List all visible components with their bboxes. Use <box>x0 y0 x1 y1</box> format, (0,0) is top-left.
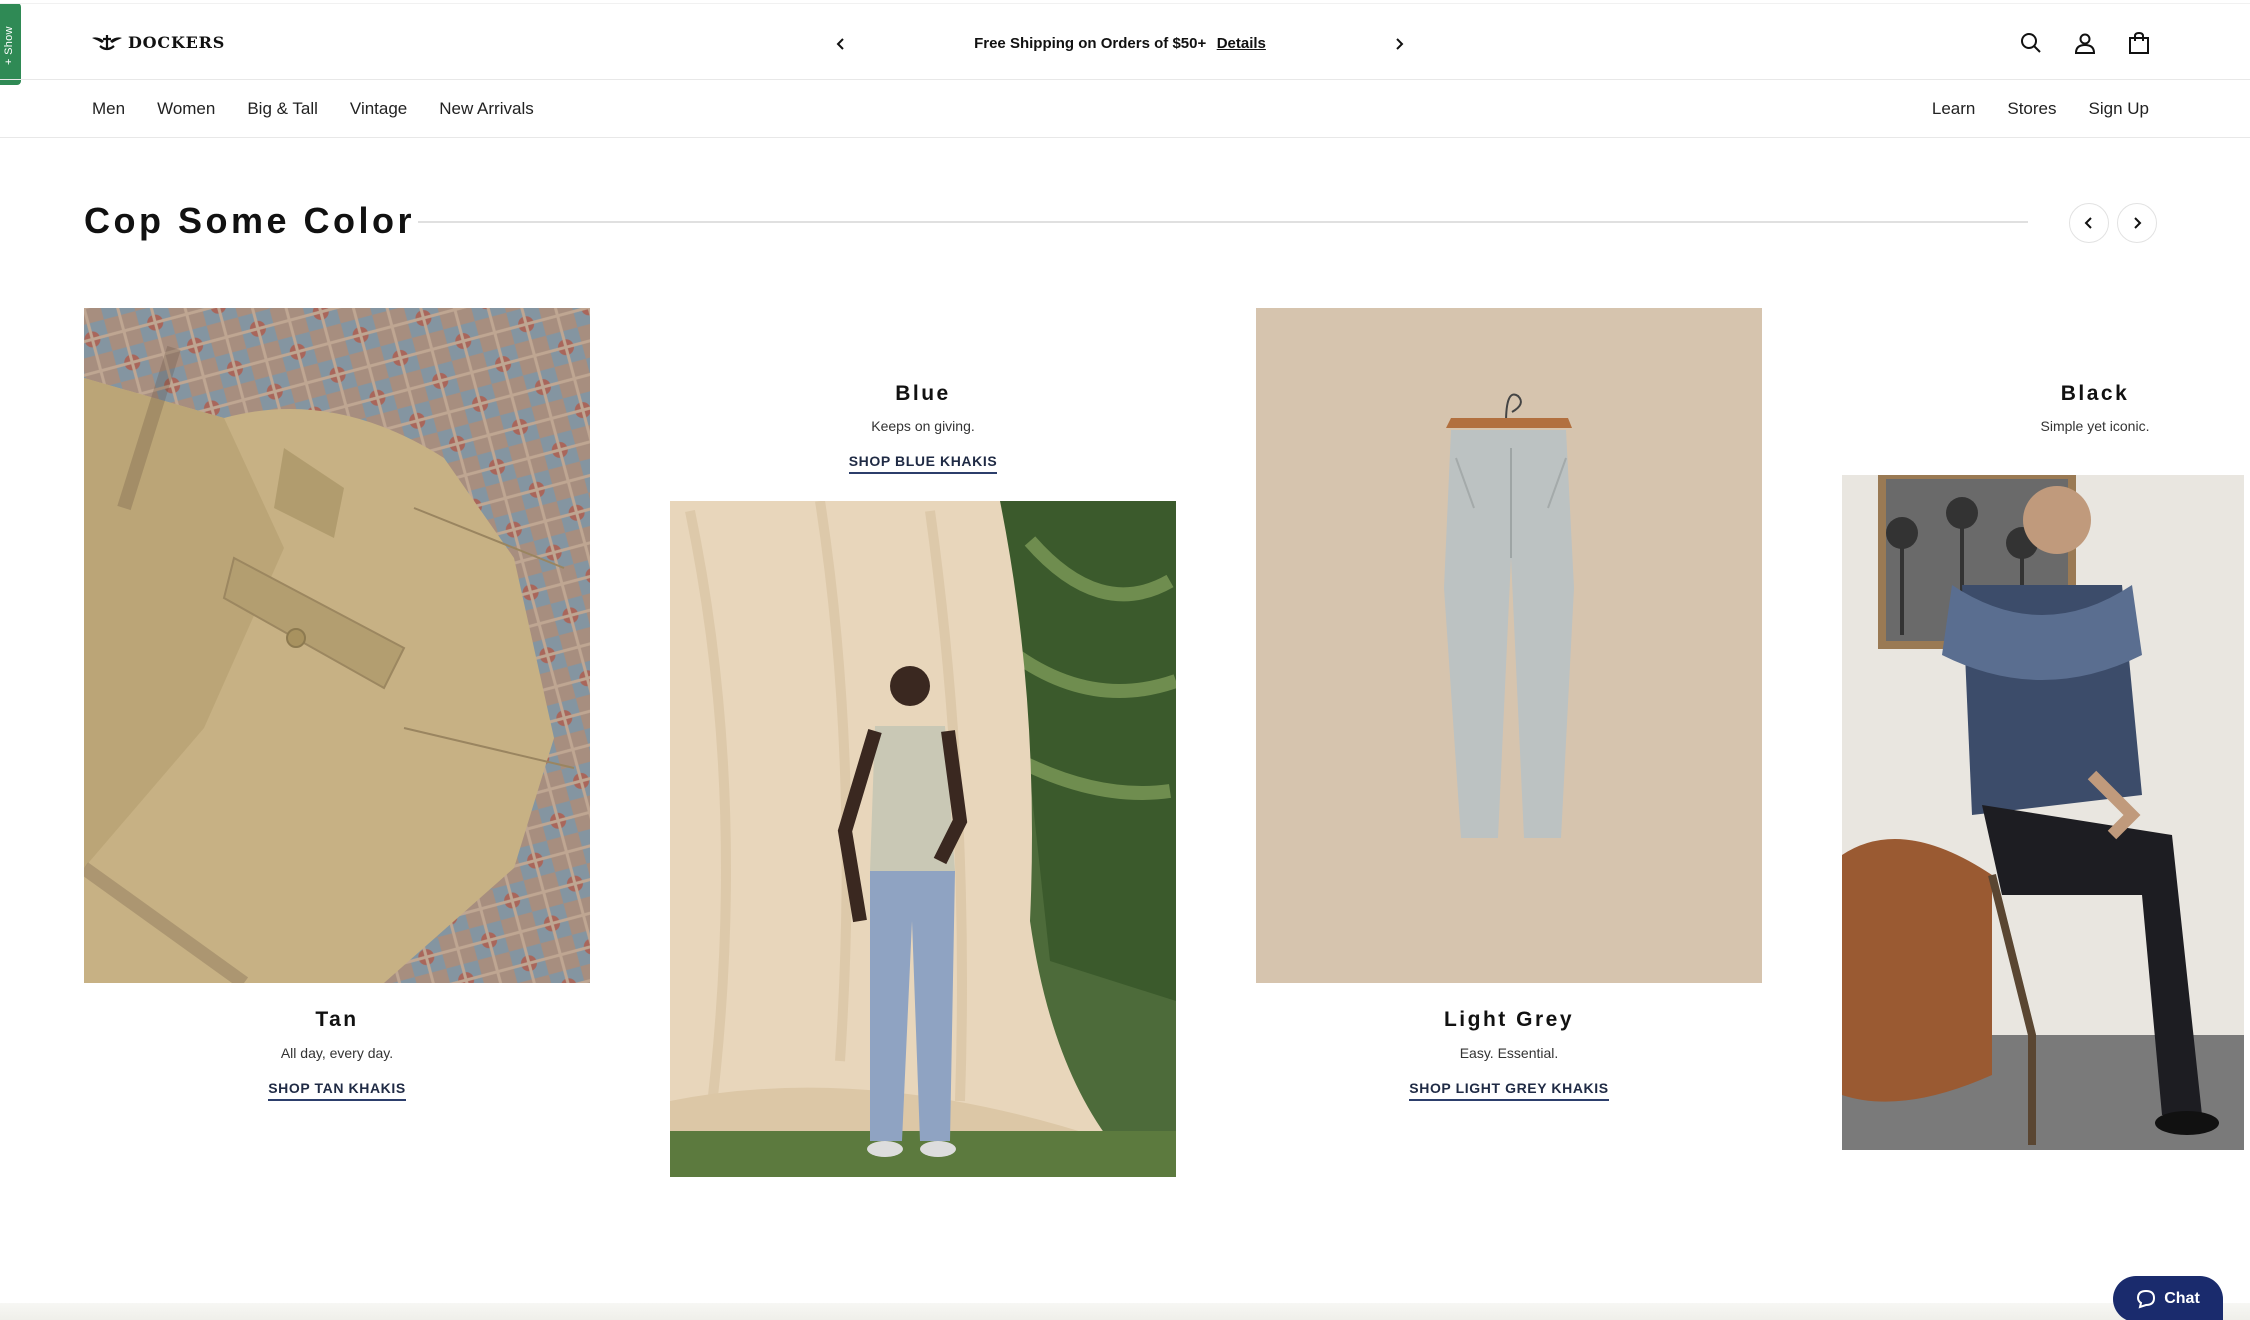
product-card-light-grey: Light Grey Easy. Essential. SHOP LIGHT G… <box>1256 308 1762 1108</box>
shop-tan-khakis-link[interactable]: SHOP TAN KHAKIS <box>268 1080 406 1101</box>
chevron-left-icon <box>836 38 844 50</box>
promo-next-button[interactable] <box>1388 33 1410 55</box>
nav-item-new-arrivals[interactable]: New Arrivals <box>439 99 533 119</box>
section-title: Cop Some Color <box>84 200 416 241</box>
card-title-black: Black <box>2060 382 2130 405</box>
search-icon <box>2021 33 2041 53</box>
dockers-logo[interactable]: DOCKERS <box>90 32 225 52</box>
promo-prev-button[interactable] <box>830 33 852 55</box>
carousel-next-button[interactable] <box>2117 203 2157 243</box>
black-khakis-photo <box>1842 475 2244 1150</box>
product-card-tan: Tan All day, every day. SHOP TAN KHAKIS <box>84 308 590 1108</box>
account-button[interactable] <box>2072 30 2098 56</box>
nav-item-stores[interactable]: Stores <box>2007 99 2056 119</box>
card-subtitle-tan: All day, every day. <box>280 1045 394 1061</box>
search-button[interactable] <box>2018 30 2044 56</box>
chat-bubble-icon <box>2137 1289 2156 1309</box>
nav-item-sign-up[interactable]: Sign Up <box>2089 99 2149 119</box>
carousel-prev-button[interactable] <box>2069 203 2109 243</box>
chat-label: Chat <box>2164 1290 2200 1307</box>
promo-banner: Free Shipping on Orders of $50+ Details <box>830 26 1410 62</box>
promo-message: Free Shipping on Orders of $50+ Details <box>974 35 1266 53</box>
card-title-blue: Blue <box>895 382 951 405</box>
chevron-left-icon <box>2084 217 2092 229</box>
chat-button[interactable]: Chat <box>2113 1276 2223 1320</box>
account-icon <box>2074 33 2096 54</box>
light-grey-khakis-image[interactable] <box>1256 308 1762 983</box>
top-header: DOCKERS Free Shipping on Orders of $50+ … <box>0 3 2250 80</box>
light-grey-khakis-photo <box>1256 308 1762 983</box>
chevron-right-icon <box>1396 38 1404 50</box>
shop-blue-khakis-link[interactable]: SHOP BLUE KHAKIS <box>848 453 998 474</box>
promo-details-link[interactable]: Details <box>1217 35 1266 52</box>
card-title-tan: Tan <box>315 1008 359 1031</box>
nav-right: Learn Stores Sign Up <box>1932 99 2149 119</box>
main-nav: Men Women Big & Tall Vintage New Arrival… <box>0 80 2250 138</box>
tan-khakis-image[interactable] <box>84 308 590 983</box>
nav-item-women[interactable]: Women <box>157 99 215 119</box>
card-subtitle-light-grey: Easy. Essential. <box>1459 1045 1559 1061</box>
nav-item-vintage[interactable]: Vintage <box>350 99 407 119</box>
chevron-right-icon <box>2134 217 2142 229</box>
card-subtitle-blue: Keeps on giving. <box>871 418 975 434</box>
bag-icon <box>2129 31 2149 54</box>
section-divider <box>418 221 2028 223</box>
logo-text: DOCKERS <box>128 32 226 52</box>
product-card-blue: Blue Keeps on giving. SHOP BLUE KHAKIS <box>670 308 1176 1178</box>
bag-button[interactable] <box>2126 30 2152 56</box>
card-title-light-grey: Light Grey <box>1443 1008 1574 1031</box>
card-link-wrap-blue: SHOP BLUE KHAKIS <box>670 453 1176 474</box>
card-subtitle-black: Simple yet iconic. <box>2040 418 2150 434</box>
blue-khakis-image[interactable] <box>670 501 1176 1177</box>
header-actions <box>2018 30 2152 56</box>
nav-item-men[interactable]: Men <box>92 99 125 119</box>
card-link-wrap-light-grey: SHOP LIGHT GREY KHAKIS <box>1256 1080 1762 1101</box>
black-khakis-image[interactable] <box>1842 475 2244 1150</box>
anchor-wings-icon <box>92 35 122 51</box>
card-link-wrap-tan: SHOP TAN KHAKIS <box>84 1080 590 1101</box>
tan-khakis-photo <box>84 308 590 983</box>
nav-item-learn[interactable]: Learn <box>1932 99 1975 119</box>
nav-item-big-tall[interactable]: Big & Tall <box>247 99 318 119</box>
blue-khakis-photo <box>670 501 1176 1177</box>
footer-edge <box>0 1303 2250 1320</box>
product-card-black: Black Simple yet iconic. <box>1842 308 2250 1178</box>
promo-text: Free Shipping on Orders of $50+ <box>974 35 1207 52</box>
nav-left: Men Women Big & Tall Vintage New Arrival… <box>92 99 534 119</box>
shop-light-grey-khakis-link[interactable]: SHOP LIGHT GREY KHAKIS <box>1409 1080 1609 1101</box>
